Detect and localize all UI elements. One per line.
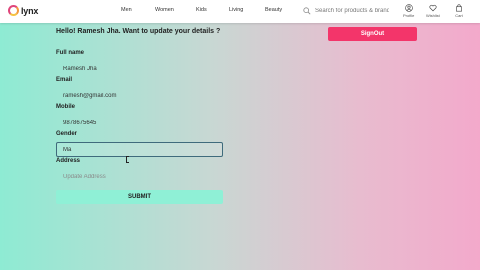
signout-button[interactable]: SignOut [328, 27, 417, 41]
gender-label: Gender [56, 131, 78, 137]
full-name-field[interactable] [56, 61, 223, 76]
submit-button[interactable]: SUBMIT [56, 190, 223, 204]
search-input[interactable] [315, 8, 389, 14]
profile-button[interactable]: Profile [403, 4, 414, 18]
email-label: Email [56, 77, 73, 83]
address-label: Address [56, 158, 81, 164]
logo[interactable]: lynx [8, 5, 38, 16]
gender-field[interactable] [56, 142, 223, 157]
top-navbar: lynx Men Women Kids Living Beauty Profil… [0, 0, 480, 23]
cart-button[interactable]: Cart [455, 4, 463, 18]
full-name-label: Full name [56, 50, 85, 56]
profile-label: Profile [403, 13, 415, 18]
search-bar [303, 5, 389, 17]
mobile-field[interactable] [56, 115, 223, 130]
email-field[interactable] [56, 88, 223, 103]
nav-link-women[interactable]: Women [155, 7, 174, 13]
logo-text: lynx [21, 5, 39, 16]
bag-icon [456, 4, 462, 12]
address-field[interactable] [56, 169, 223, 184]
nav-link-men[interactable]: Men [121, 7, 132, 13]
page-title: Hello! Ramesh Jha. Want to update your d… [56, 28, 221, 35]
text-cursor-icon [126, 156, 129, 163]
logo-icon [8, 5, 19, 16]
wishlist-button[interactable]: Wishlist [426, 4, 440, 18]
nav-link-kids[interactable]: Kids [196, 7, 207, 13]
profile-icon [404, 4, 413, 12]
mobile-label: Mobile [56, 104, 75, 110]
cart-label: Cart [455, 13, 463, 18]
nav-link-beauty[interactable]: Beauty [265, 7, 282, 13]
wishlist-label: Wishlist [426, 13, 440, 18]
search-icon[interactable] [303, 7, 311, 15]
profile-update-section: Hello! Ramesh Jha. Want to update your d… [0, 23, 480, 270]
nav-link-living[interactable]: Living [229, 7, 243, 13]
heart-icon [429, 5, 437, 12]
